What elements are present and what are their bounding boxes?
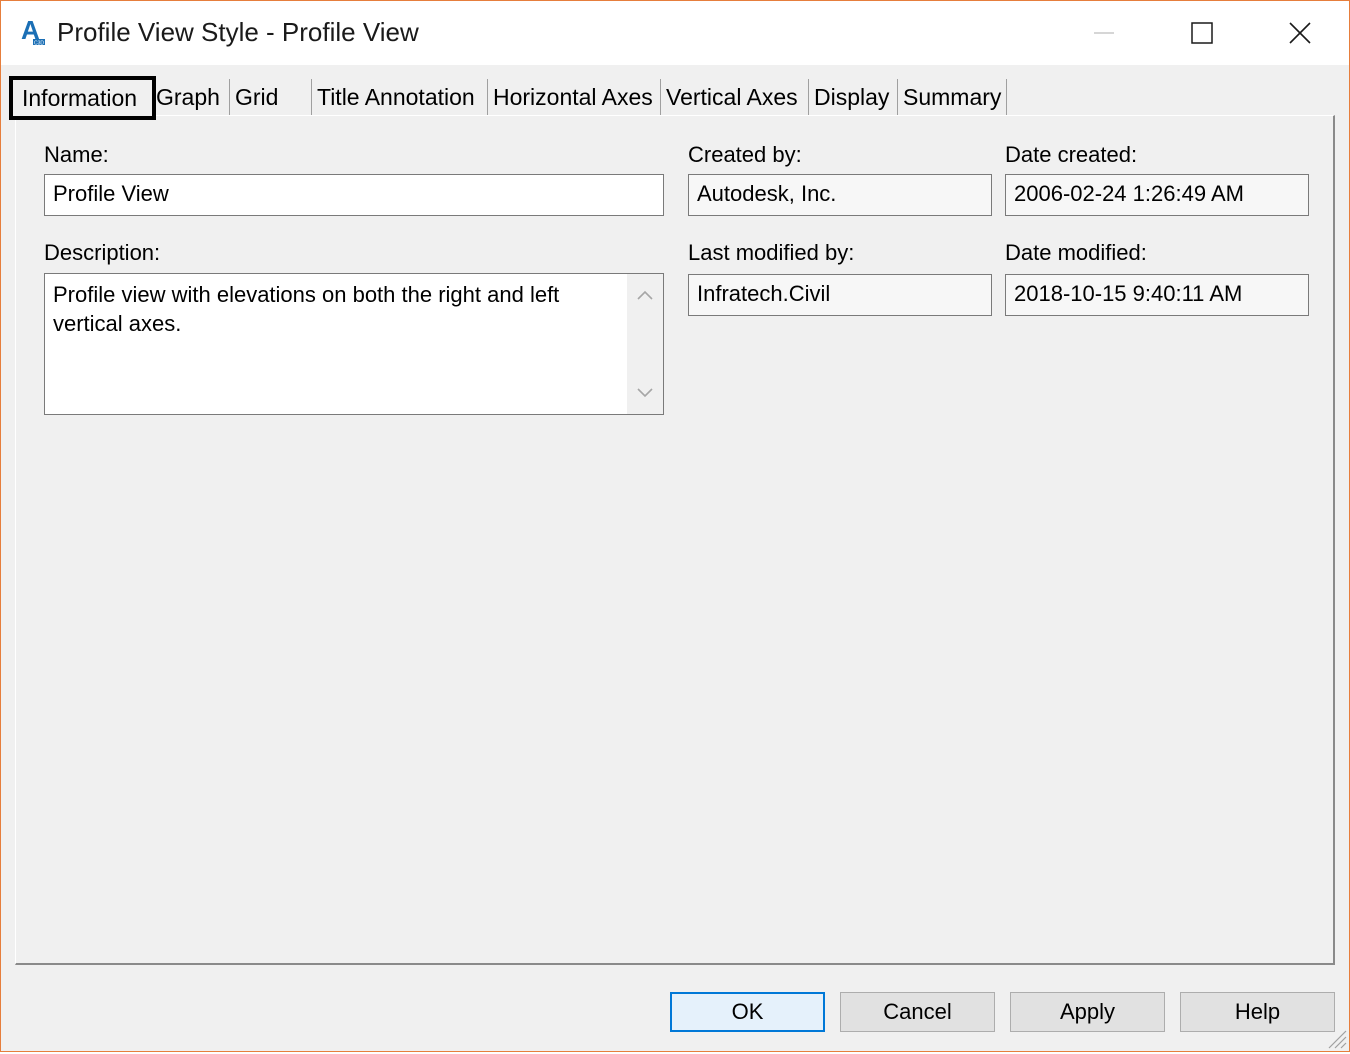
date-created-label: Date created: [1005,142,1138,167]
minimize-icon [1094,32,1114,34]
last-modified-by-field[interactable]: Infratech.Civil [688,274,992,316]
tab-horizontal-axes[interactable]: Horizontal Axes [488,79,661,115]
chevron-up-icon [637,290,653,300]
tab-information[interactable]: Information [9,76,156,120]
tab-label: Grid [235,84,279,110]
description-scrollbar[interactable] [627,274,663,414]
date-created-field[interactable]: 2006-02-24 1:26:49 AM [1005,174,1309,216]
tab-summary[interactable]: Summary [898,79,1007,115]
tab-title-annotation[interactable]: Title Annotation [312,79,488,115]
date-modified-label: Date modified: [1005,240,1147,265]
maximize-button[interactable] [1153,1,1251,65]
name-field[interactable]: Profile View [44,174,664,216]
tab-label: Graph [156,84,220,110]
created-by-field[interactable]: Autodesk, Inc. [688,174,992,216]
close-icon [1289,22,1311,44]
cancel-button[interactable]: Cancel [840,992,995,1032]
close-button[interactable] [1251,1,1349,65]
tab-grid[interactable]: Grid [230,79,312,115]
svg-text:C3D: C3D [34,41,44,47]
scroll-up-button[interactable] [627,280,663,310]
title-bar[interactable]: A C3D Profile View Style - Profile View [1,1,1349,65]
description-text: Profile view with elevations on both the… [53,282,560,336]
ok-button[interactable]: OK [670,992,825,1032]
window-title: Profile View Style - Profile View [57,17,419,47]
date-modified-field[interactable]: 2018-10-15 9:40:11 AM [1005,274,1309,316]
tab-label: Title Annotation [317,84,475,110]
description-textarea[interactable]: Profile view with elevations on both the… [44,273,664,415]
minimize-button[interactable] [1055,1,1153,65]
tab-display[interactable]: Display [809,79,898,115]
tab-vertical-axes[interactable]: Vertical Axes [661,79,809,115]
tab-label: Information [22,85,138,111]
dialog-window: A C3D Profile View Style - Profile View … [0,0,1350,1052]
maximize-icon [1191,22,1213,44]
apply-button[interactable]: Apply [1010,992,1165,1032]
autocad-civil-icon: A C3D [19,15,47,47]
tab-graph[interactable]: Graph [151,79,230,115]
tab-label: Summary [903,84,1002,110]
description-label: Description: [44,240,161,265]
last-modified-by-label: Last modified by: [688,240,855,265]
tab-label: Horizontal Axes [493,84,653,110]
resize-grip-icon[interactable] [1323,1025,1347,1049]
tab-label: Display [814,84,890,110]
chevron-down-icon [637,388,653,398]
created-by-label: Created by: [688,142,802,167]
tab-label: Vertical Axes [666,84,798,110]
help-button[interactable]: Help [1180,992,1335,1032]
scroll-down-button[interactable] [627,378,663,408]
name-label: Name: [44,142,109,167]
